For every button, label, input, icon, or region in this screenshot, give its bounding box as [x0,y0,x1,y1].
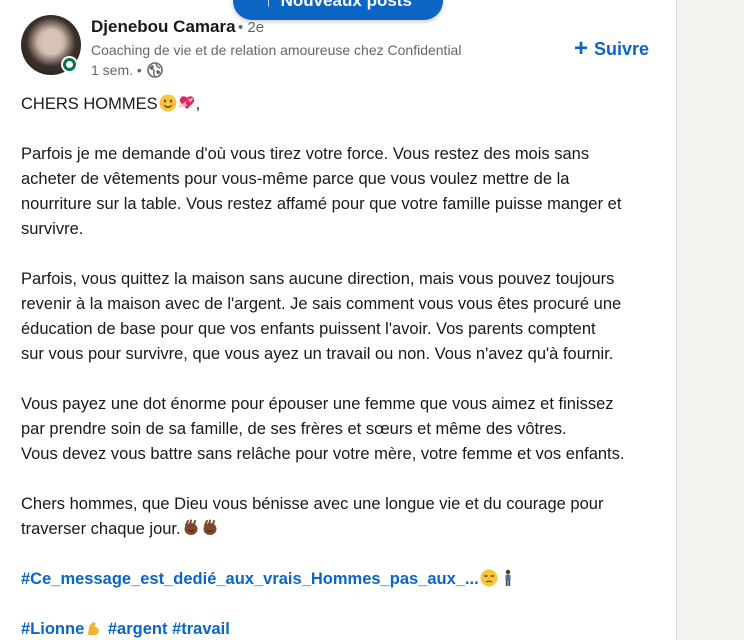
post-time: 1 sem. • [91,62,142,78]
paragraph-1: Parfois je me demande d'où vous tirez vo… [21,142,661,242]
globe-icon [147,62,163,78]
post-meta: 1 sem. • [91,62,163,78]
plus-icon: + [574,35,589,62]
text-line: Vous payez une dot énorme pour épouser u… [21,395,614,413]
hashtag-link[interactable]: #argent [108,620,168,638]
follow-button[interactable]: + Suivre [574,34,649,64]
text-line: nourriture sur la table. Vous restez aff… [21,195,622,213]
hashtag-line-1: #Ce_message_est_dedié_aux_vrais_Hommes_p… [21,567,661,592]
greeting-suffix: , [195,95,201,113]
follow-label: Suivre [594,38,650,59]
hashtag-link[interactable]: #Lionne [21,620,84,638]
text-line: sur vous pour survivre, que vous ayez un… [21,345,614,363]
author-headline: Coaching de vie et de relation amoureuse… [91,42,462,58]
text-line: Chers hommes, que Dieu vous bénisse avec… [21,495,604,513]
author-name[interactable]: Djenebou Camara [91,17,236,37]
text-line: Parfois, vous quittez la maison sans auc… [21,270,615,288]
post-card: ↑ Nouveaux posts Djenebou Camara • 2e Co… [0,0,677,640]
text-line: revenir à la maison avec de l'argent. Je… [21,295,622,313]
flexed-biceps-icon [88,622,100,635]
paragraph-4: Chers hommes, que Dieu vous bénisse avec… [21,492,661,542]
avatar[interactable] [21,15,81,75]
paragraph-2: Parfois, vous quittez la maison sans auc… [21,267,661,367]
connection-degree: • 2e [238,19,265,36]
online-status-icon [63,58,76,71]
greeting-text: CHERS HOMMES [21,95,158,113]
text-line: Parfois je me demande d'où vous tirez vo… [21,145,590,163]
hashtag-line-2: #Lionne #argent #travail [21,617,661,640]
text-line: acheter de vêtements pour vous-même parc… [21,170,570,188]
unamused-face-icon [480,569,498,587]
hashtag-link[interactable]: #Ce_message_est_dedié_aux_vrais_Hommes_p… [21,570,479,588]
text-line: par prendre soin de sa famille, de ses f… [21,420,567,438]
person-standing-icon [505,569,511,586]
text-line: traverser chaque jour. [21,520,181,538]
hashtag-link[interactable]: #travail [172,620,230,638]
text-line: survivre. [21,220,84,238]
text-line: Vous devez vous battre sans relâche pour… [21,445,625,463]
paragraph-3: Vous payez une dot énorme pour épouser u… [21,392,661,467]
new-posts-button[interactable]: ↑ Nouveaux posts [233,0,443,20]
new-posts-label: Nouveaux posts [280,0,412,10]
heart-ribbon-icon [178,96,194,109]
arrow-up-icon: ↑ [264,0,273,10]
clapping-hands-icon [203,519,217,535]
greeting-line: CHERS HOMMES , [21,92,661,117]
clapping-hands-icon [184,519,198,535]
smiling-face-icon [159,94,177,112]
post-text: CHERS HOMMES , Parfois je me demande d'o… [21,92,661,640]
avatar-face [42,29,62,55]
text-line: éducation de base pour que vos enfants p… [21,320,596,338]
